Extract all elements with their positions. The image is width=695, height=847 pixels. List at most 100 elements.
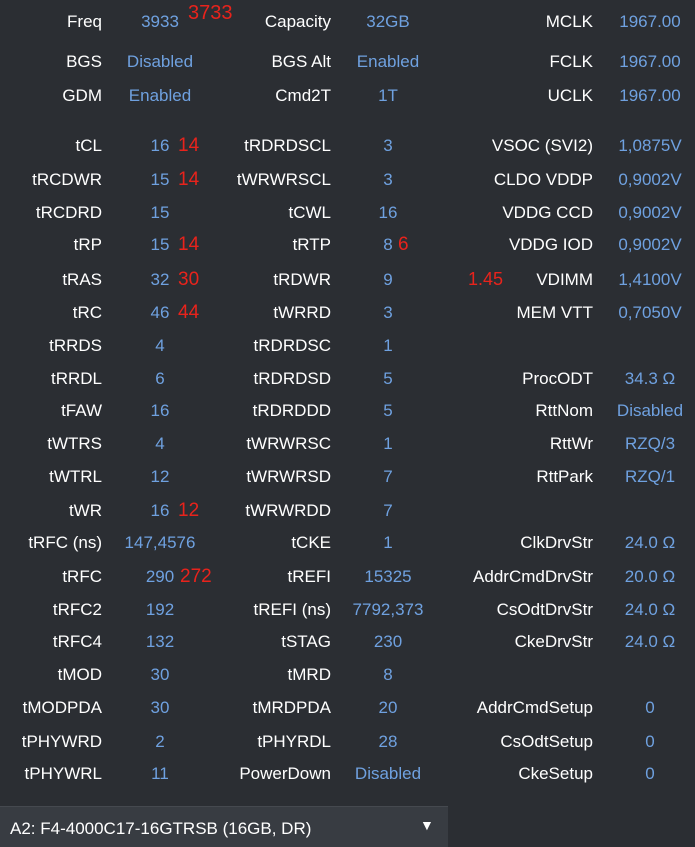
timing-value: 32GB <box>366 12 410 31</box>
timing-label: tFAW <box>61 401 102 420</box>
timing-label: Freq <box>67 12 102 31</box>
timing-row: tPHYWRD 2 tPHYRDL 28 CsOdtSetup 0 <box>0 725 695 758</box>
setting-value: 1967.00 <box>619 52 681 71</box>
timing-row: tRCDWR 15 tWRWRSCL 3 CLDO VDDP 0,9002V 14 <box>0 163 695 196</box>
timing-value: 5 <box>383 401 393 420</box>
timing-label: tWRWRDD <box>245 501 331 520</box>
timing-label: tRRDL <box>50 369 102 388</box>
timing-label: tPHYRDL <box>257 732 331 751</box>
timing-value: 20 <box>378 698 398 717</box>
timing-label: tWRWRSC <box>246 434 331 453</box>
timing-value: 6 <box>155 369 165 388</box>
handwritten-annotation: 3733 <box>188 2 233 24</box>
setting-label: CLDO VDDP <box>493 170 593 189</box>
timing-value: 8 <box>383 665 393 684</box>
timing-row: tRFC2 192 tREFI (ns) 7792,373 CsOdtDrvStr 24.… <box>0 593 695 626</box>
timing-value: 16 <box>150 401 170 420</box>
handwritten-annotation: 272 <box>180 566 212 587</box>
timing-label: tRFC4 <box>52 632 102 651</box>
timing-label: tRCDWR <box>32 170 102 189</box>
timing-value: 28 <box>378 732 398 751</box>
timing-row: tMOD 30 tMRD 8 <box>0 658 695 691</box>
setting-label: AddrCmdSetup <box>476 698 593 717</box>
timing-value: 1 <box>383 533 393 552</box>
timing-value: Disabled <box>126 52 194 71</box>
setting-value: 0 <box>645 698 655 717</box>
handwritten-annotation: 14 <box>178 135 200 156</box>
timing-label: tRDRDSC <box>253 336 331 355</box>
setting-label: ProcODT <box>522 369 593 388</box>
setting-value: 24.0 Ω <box>624 632 676 651</box>
timing-label: tWRWRSD <box>246 467 331 486</box>
timing-row: tRP 15 tRTP 8 VDDG IOD 0,9002V 14 6 <box>0 228 695 261</box>
chevron-down-icon[interactable]: ▼ <box>420 817 434 833</box>
setting-label: CkeSetup <box>518 764 593 783</box>
timing-value: Enabled <box>356 52 420 71</box>
timing-value: 30 <box>150 665 170 684</box>
timing-label: GDM <box>62 86 102 105</box>
timing-label: tRFC2 <box>52 600 102 619</box>
timing-label: tRFC <box>62 567 102 586</box>
setting-value: 20.0 Ω <box>624 567 676 586</box>
timing-value: Enabled <box>128 86 192 105</box>
timing-value: Disabled <box>354 764 422 783</box>
timing-label: tRC <box>72 303 102 322</box>
timing-row: tMODPDA 30 tMRDPDA 20 AddrCmdSetup 0 <box>0 691 695 724</box>
setting-value: 34.3 Ω <box>624 369 676 388</box>
timing-row: tFAW 16 tRDRDDD 5 RttNom Disabled <box>0 394 695 427</box>
timing-label: tCL <box>75 136 102 155</box>
timing-label: PowerDown <box>239 764 331 783</box>
timing-row: Freq 3933 Capacity 32GB MCLK 1967.00 3733 <box>0 2 695 38</box>
setting-label: ClkDrvStr <box>520 533 593 552</box>
timing-row: tRFC (ns) 147,4576 tCKE 1 ClkDrvStr 24.0 Ω <box>0 526 695 559</box>
setting-label: VDIMM <box>536 270 593 289</box>
timing-row: BGS Disabled BGS Alt Enabled FCLK 1967.00 <box>0 45 695 78</box>
timing-label: tCWL <box>288 203 332 222</box>
setting-label <box>436 494 593 527</box>
timing-label: tRDRDDD <box>252 401 331 420</box>
setting-label: RttPark <box>536 467 593 486</box>
timing-label: tRCDRD <box>35 203 102 222</box>
setting-label: FCLK <box>549 52 593 71</box>
setting-label: RttNom <box>535 401 593 420</box>
timing-value: 15 <box>150 203 170 222</box>
timing-value: 7 <box>383 467 393 486</box>
timing-label: tCKE <box>291 533 331 552</box>
setting-value: 0,9002V <box>618 203 682 222</box>
timing-row: tRRDL 6 tRDRDSD 5 ProcODT 34.3 Ω <box>0 362 695 395</box>
handwritten-annotation: 1.45 <box>468 269 504 289</box>
timing-row: tRRDS 4 tRDRDSC 1 <box>0 329 695 362</box>
timing-value: 3 <box>383 136 393 155</box>
timing-value: 132 <box>145 632 175 651</box>
timing-value: 8 <box>383 235 393 254</box>
setting-label: RttWr <box>549 434 593 453</box>
setting-value: RZQ/1 <box>624 467 676 486</box>
timing-row: tRFC 290 tREFI 15325 AddrCmdDrvStr 20.0 Ω 272 <box>0 560 695 593</box>
setting-value: Disabled <box>616 401 684 420</box>
timing-value: 4 <box>155 336 165 355</box>
handwritten-annotation: 44 <box>178 302 200 323</box>
timing-label: tRDRDSCL <box>244 136 331 155</box>
setting-label: VDDG IOD <box>508 235 593 254</box>
timing-label: tRP <box>73 235 102 254</box>
setting-value: 1,0875V <box>618 136 682 155</box>
timing-row: tRAS 32 tRDWR 9 VDIMM 1,4100V 30 1.45 <box>0 263 695 296</box>
setting-value: 1,4100V <box>618 270 682 289</box>
setting-value: 24.0 Ω <box>624 533 676 552</box>
setting-value: RZQ/3 <box>624 434 676 453</box>
timing-label: tRDWR <box>273 270 331 289</box>
timing-value: 7792,373 <box>352 600 424 619</box>
timing-label: tWRRD <box>273 303 331 322</box>
module-select[interactable]: A2: F4-4000C17-16GTRSB (16GB, DR) ▼ <box>0 806 448 847</box>
timing-label: tMRDPDA <box>252 698 331 717</box>
timing-label: tRDRDSD <box>253 369 331 388</box>
timing-label: tMOD <box>57 665 102 684</box>
setting-label: MEM VTT <box>516 303 594 322</box>
timing-value: 5 <box>383 369 393 388</box>
module-select-value[interactable]: A2: F4-4000C17-16GTRSB (16GB, DR) <box>10 819 311 839</box>
timing-row: tWTRL 12 tWRWRSD 7 RttPark RZQ/1 <box>0 460 695 493</box>
handwritten-annotation: 14 <box>178 169 200 190</box>
setting-label: CkeDrvStr <box>514 632 593 651</box>
timing-row: tRC 46 tWRRD 3 MEM VTT 0,7050V 44 <box>0 296 695 329</box>
timing-row: tRFC4 132 tSTAG 230 CkeDrvStr 24.0 Ω <box>0 625 695 658</box>
